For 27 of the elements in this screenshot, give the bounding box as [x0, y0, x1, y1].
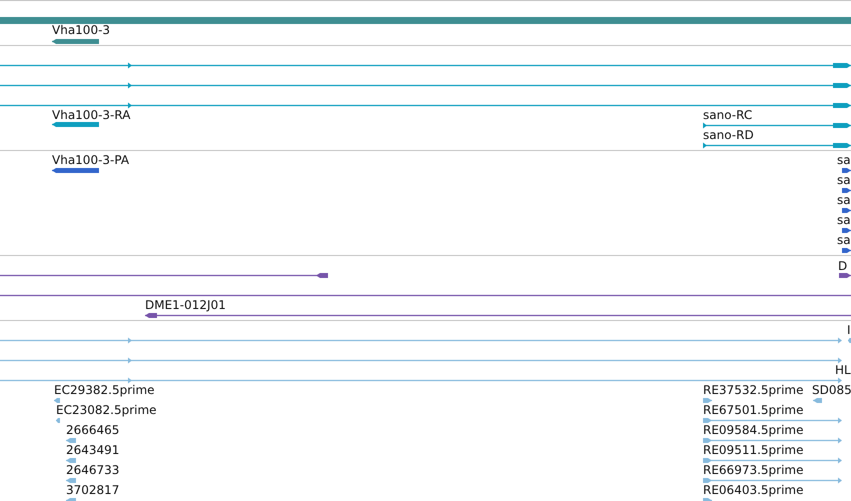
feature-label: sano-RC	[703, 108, 752, 122]
feature-label: Vha100-3-RA	[52, 108, 130, 122]
feature-label: sa	[837, 233, 851, 247]
feature-label: 2643491	[66, 443, 120, 457]
feature-label: EC29382.5prime	[54, 383, 155, 397]
feature-label: sa	[837, 153, 851, 167]
feature-label: HL	[835, 363, 851, 377]
feature-label: SD085	[812, 383, 851, 397]
feature-label: sa	[837, 173, 851, 187]
feature-label: sa	[837, 193, 851, 207]
feature-label: 3702817	[66, 483, 120, 497]
feature-label: I	[847, 323, 851, 337]
feature-label: RE06403.5prime	[703, 483, 804, 497]
feature-label: 2646733	[66, 463, 120, 477]
feature-label: Vha100-3-PA	[52, 153, 130, 167]
feature-label: RE67501.5prime	[703, 403, 804, 417]
feature-label: RE09511.5prime	[703, 443, 804, 457]
feature-label: RE66973.5prime	[703, 463, 804, 477]
feature-label: D	[838, 259, 848, 273]
feature-label: 2666465	[66, 423, 120, 437]
feature-label: sa	[837, 213, 851, 227]
feature-label: RE37532.5prime	[703, 383, 804, 397]
feature-label: sano-RD	[703, 128, 754, 142]
feature-label: Vha100-3	[52, 23, 110, 37]
feature-label: DME1-012J01	[145, 298, 226, 312]
feature-label: RE09584.5prime	[703, 423, 804, 437]
feature-label: EC23082.5prime	[56, 403, 157, 417]
